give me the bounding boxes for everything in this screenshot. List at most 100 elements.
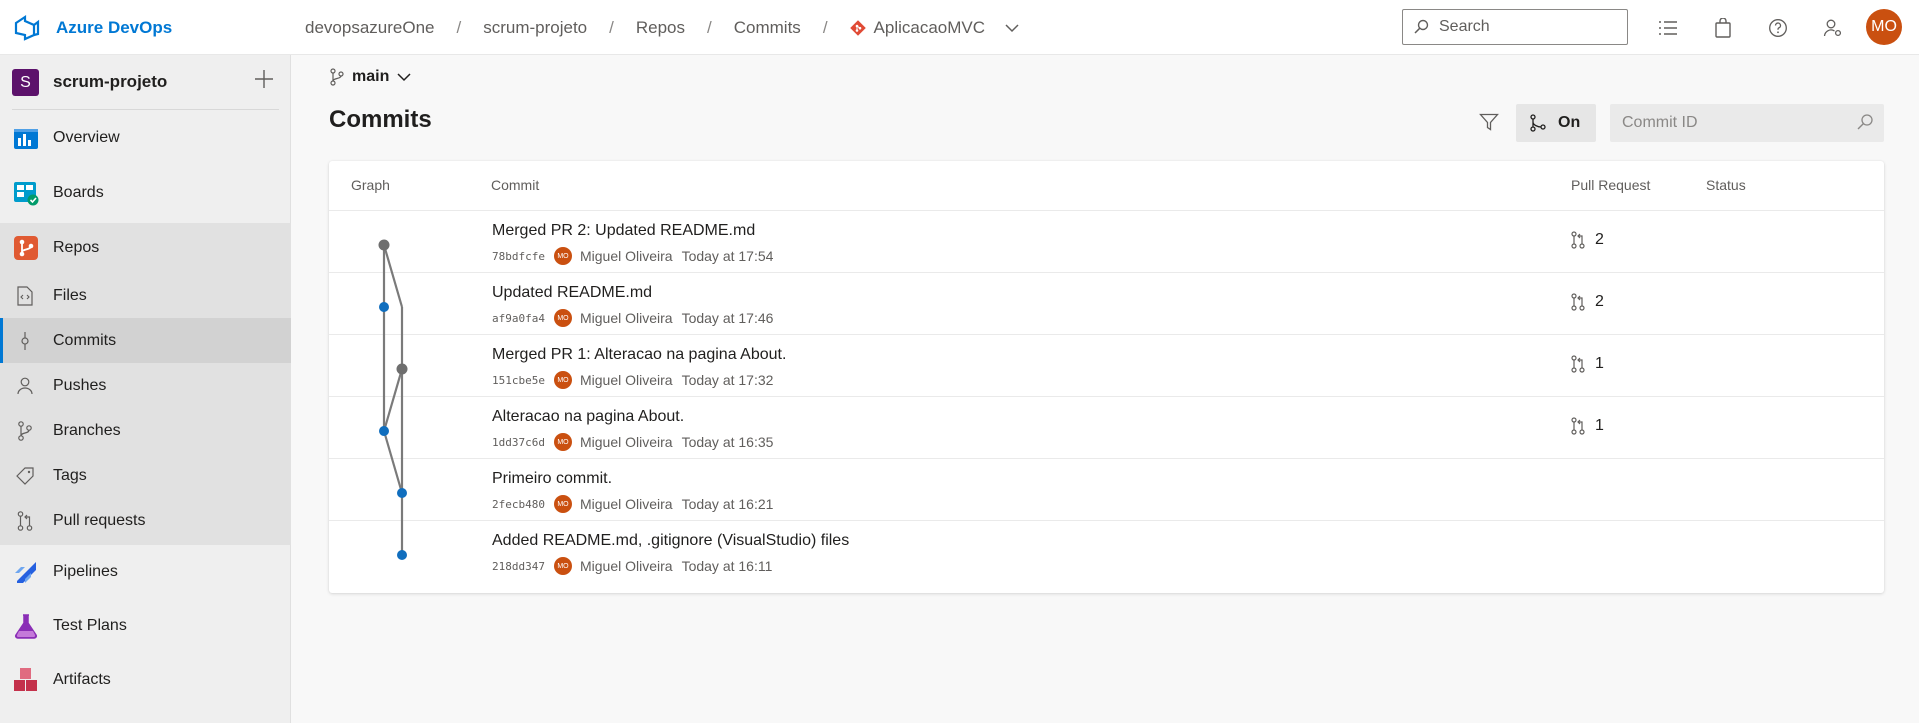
branch-selector[interactable]: main xyxy=(330,64,411,90)
commit-meta: 78bdfcfe MO Miguel Oliveira Today at 17:… xyxy=(492,247,773,265)
sidebar-item-repos[interactable]: Repos xyxy=(0,223,291,273)
sidebar-item-label: Tags xyxy=(53,466,87,484)
user-settings-icon[interactable] xyxy=(1820,15,1846,41)
sidebar-item-label: Pushes xyxy=(53,376,107,394)
sidebar-item-test-plans[interactable]: Test Plans xyxy=(0,599,291,653)
commit-sha[interactable]: af9a0fa4 xyxy=(492,312,545,325)
top-bar: Azure DevOps devopsazureOne / scrum-proj… xyxy=(0,0,1919,55)
brand-link[interactable]: Azure DevOps xyxy=(12,0,172,55)
sidebar-item-boards[interactable]: Boards xyxy=(0,165,291,220)
commit-meta: 218dd347 MO Miguel Oliveira Today at 16:… xyxy=(492,557,772,575)
git-repo-icon xyxy=(849,19,866,36)
breadcrumb-project[interactable]: scrum-projeto xyxy=(483,18,587,38)
commit-time: Today at 17:46 xyxy=(681,310,774,326)
breadcrumb-repos[interactable]: Repos xyxy=(636,18,685,38)
pull-request-link[interactable]: 1 xyxy=(1571,417,1604,435)
sidebar-item-label: Artifacts xyxy=(53,671,111,688)
sidebar-item-commits[interactable]: Commits xyxy=(0,318,291,363)
user-avatar[interactable]: MO xyxy=(1866,9,1902,45)
commit-sha[interactable]: 2fecb480 xyxy=(492,498,545,511)
chevron-down-icon xyxy=(1005,23,1019,32)
pull-request-link[interactable]: 2 xyxy=(1571,293,1604,311)
commit-message[interactable]: Primeiro commit. xyxy=(492,470,612,488)
column-header-commit: Commit xyxy=(491,177,540,193)
sidebar-item-pipelines[interactable]: Pipelines xyxy=(0,545,291,599)
graph-toggle-label: On xyxy=(1558,114,1581,131)
graph-commit-node xyxy=(379,302,389,312)
chevron-down-icon xyxy=(397,73,411,82)
table-row[interactable]: Merged PR 2: Updated README.md 78bdfcfe … xyxy=(329,211,1884,273)
pull-request-link[interactable]: 2 xyxy=(1571,231,1604,249)
pull-request-icon xyxy=(1571,355,1585,373)
commit-message[interactable]: Alteracao na pagina About. xyxy=(492,408,684,426)
repos-section: Repos Files Commits Pushes Branches Tags… xyxy=(0,223,291,545)
repo-selector[interactable]: AplicacaoMVC xyxy=(849,18,1020,38)
sidebar-item-label: Pull requests xyxy=(53,511,146,529)
table-row[interactable]: Primeiro commit. 2fecb480 MO Miguel Oliv… xyxy=(329,459,1884,521)
search-box[interactable]: Search xyxy=(1402,9,1628,45)
breadcrumb-commits[interactable]: Commits xyxy=(734,18,801,38)
pull-request-icon xyxy=(14,510,36,532)
graph-icon xyxy=(1530,114,1546,132)
table-row[interactable]: Added README.md, .gitignore (VisualStudi… xyxy=(329,521,1884,583)
commit-sha[interactable]: 151cbe5e xyxy=(492,374,545,387)
author-avatar: MO xyxy=(553,247,572,265)
sidebar-item-artifacts[interactable]: Artifacts xyxy=(0,653,291,707)
commit-id-input[interactable]: Commit ID xyxy=(1610,104,1884,142)
breadcrumb-separator: / xyxy=(707,17,712,37)
sidebar-item-pull-requests[interactable]: Pull requests xyxy=(0,498,291,543)
sidebar-item-branches[interactable]: Branches xyxy=(0,408,291,453)
commit-meta: 2fecb480 MO Miguel Oliveira Today at 16:… xyxy=(492,495,773,513)
table-row[interactable]: Updated README.md af9a0fa4 MO Miguel Oli… xyxy=(329,273,1884,335)
project-avatar[interactable]: S xyxy=(12,69,39,96)
commit-time: Today at 17:54 xyxy=(681,248,774,264)
sidebar-item-files[interactable]: Files xyxy=(0,273,291,318)
table-row[interactable]: Merged PR 1: Alteracao na pagina About. … xyxy=(329,335,1884,397)
pull-request-link[interactable]: 1 xyxy=(1571,355,1604,373)
sidebar-item-label: Commits xyxy=(53,331,117,349)
commit-meta: af9a0fa4 MO Miguel Oliveira Today at 17:… xyxy=(492,309,773,327)
sidebar-item-label: Files xyxy=(53,286,87,304)
breadcrumb: devopsazureOne / scrum-projeto / Repos /… xyxy=(305,0,1019,55)
commit-author: Miguel Oliveira xyxy=(579,496,673,512)
commit-time: Today at 16:11 xyxy=(681,558,773,574)
commit-message[interactable]: Added README.md, .gitignore (VisualStudi… xyxy=(492,532,849,550)
commit-message[interactable]: Merged PR 1: Alteracao na pagina About. xyxy=(492,346,786,364)
column-header-pull-request: Pull Request xyxy=(1571,177,1651,193)
commit-author: Miguel Oliveira xyxy=(579,558,673,574)
commit-sha[interactable]: 218dd347 xyxy=(492,560,545,573)
breadcrumb-separator: / xyxy=(609,17,614,37)
sidebar-item-label: Repos xyxy=(53,239,100,256)
pull-request-icon xyxy=(1571,231,1585,249)
branch-icon xyxy=(14,420,36,442)
pull-request-number: 2 xyxy=(1595,231,1604,248)
pull-request-icon xyxy=(1571,293,1585,311)
commit-sha[interactable]: 1dd37c6d xyxy=(492,436,545,449)
author-avatar: MO xyxy=(553,433,572,451)
sidebar-item-overview[interactable]: Overview xyxy=(0,110,291,165)
pull-request-number: 1 xyxy=(1595,417,1604,434)
commit-sha[interactable]: 78bdfcfe xyxy=(492,250,545,263)
author-avatar: MO xyxy=(553,495,572,513)
sidebar-item-tags[interactable]: Tags xyxy=(0,453,291,498)
pull-request-number: 2 xyxy=(1595,293,1604,310)
column-header-graph: Graph xyxy=(351,177,390,193)
shopping-bag-icon[interactable] xyxy=(1710,15,1736,41)
overview-icon xyxy=(12,124,40,152)
sidebar-item-pushes[interactable]: Pushes xyxy=(0,363,291,408)
graph-merge-node xyxy=(378,239,390,251)
list-icon[interactable] xyxy=(1655,15,1681,41)
help-icon[interactable] xyxy=(1765,15,1791,41)
sidebar-item-label: Boards xyxy=(53,183,104,201)
commit-message[interactable]: Merged PR 2: Updated README.md xyxy=(492,222,755,240)
pull-request-number: 1 xyxy=(1595,355,1604,372)
add-icon[interactable] xyxy=(252,67,276,91)
commit-message[interactable]: Updated README.md xyxy=(492,284,652,302)
commit-author: Miguel Oliveira xyxy=(579,248,673,264)
filter-button[interactable] xyxy=(1476,108,1502,136)
project-name[interactable]: scrum-projeto xyxy=(53,72,167,92)
table-row[interactable]: Alteracao na pagina About. 1dd37c6d MO M… xyxy=(329,397,1884,459)
author-avatar: MO xyxy=(553,557,572,575)
graph-toggle-button[interactable]: On xyxy=(1516,104,1596,142)
breadcrumb-organization[interactable]: devopsazureOne xyxy=(305,18,434,38)
